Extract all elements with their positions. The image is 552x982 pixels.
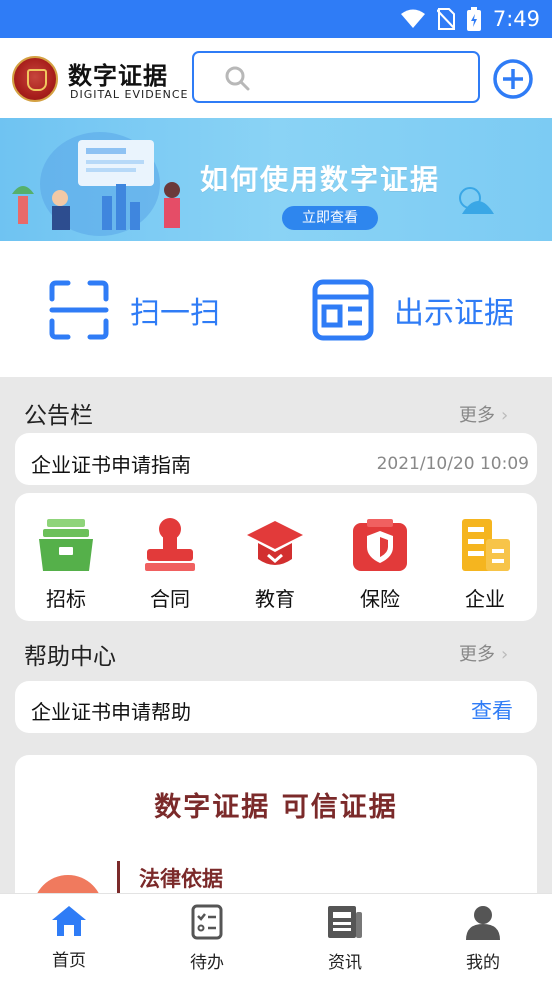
help-view-link[interactable]: 查看 — [471, 695, 513, 725]
category-enterprise-label: 企业 — [465, 587, 505, 611]
chevron-right-icon: › — [501, 644, 509, 665]
category-insurance-label: 保险 — [360, 587, 400, 611]
quick-actions: 扫一扫 出示证据 — [0, 241, 552, 377]
wifi-icon — [400, 9, 425, 28]
tab-news[interactable]: 资讯 — [295, 904, 395, 973]
add-circle-icon[interactable] — [492, 58, 534, 100]
promo-subtitle: 法律依据 — [139, 867, 223, 891]
show-evidence-button[interactable]: 出示证据 — [312, 279, 514, 341]
bottom-tab-bar: 首页 待办 资讯 我的 — [0, 893, 552, 982]
tab-home[interactable]: 首页 — [19, 904, 119, 971]
category-grid: 招标 合同 教育 保险 企业 — [15, 493, 537, 621]
help-item-title: 企业证书申请帮助 — [31, 700, 191, 724]
home-icon — [52, 906, 86, 936]
chevron-right-icon: › — [501, 405, 509, 426]
notice-more-link[interactable]: 更多 › — [459, 401, 508, 427]
app-header: 数字证据 DIGITAL EVIDENCE — [0, 38, 552, 118]
graduation-cap-icon — [247, 521, 303, 565]
help-more-link[interactable]: 更多 › — [459, 640, 508, 666]
category-education[interactable]: 教育 — [235, 517, 315, 612]
scan-icon — [49, 280, 109, 340]
banner-title: 如何使用数字证据 — [200, 163, 441, 196]
category-contract[interactable]: 合同 — [130, 517, 210, 612]
search-icon — [225, 66, 250, 91]
user-icon — [466, 906, 500, 940]
building-icon — [462, 519, 510, 571]
search-input[interactable] — [192, 51, 480, 103]
scan-label: 扫一扫 — [130, 296, 220, 331]
clock: 7:49 — [492, 7, 540, 31]
evidence-card-icon — [312, 279, 374, 341]
category-enterprise[interactable]: 企业 — [445, 517, 525, 612]
tab-todo-label: 待办 — [190, 953, 224, 973]
notice-item-title: 企业证书申请指南 — [31, 453, 191, 477]
no-sim-icon — [436, 8, 455, 30]
app-subtitle: DIGITAL EVIDENCE — [70, 88, 189, 101]
show-evidence-label: 出示证据 — [394, 296, 514, 331]
category-contract-label: 合同 — [150, 587, 190, 611]
shield-icon — [353, 519, 407, 571]
tab-news-label: 资讯 — [328, 953, 362, 973]
battery-icon — [466, 7, 481, 31]
help-more-label: 更多 — [459, 644, 495, 665]
scan-button[interactable]: 扫一扫 — [48, 279, 220, 341]
notice-item-time: 2021/10/20 10:09 — [376, 454, 529, 474]
tab-mine-label: 我的 — [466, 953, 500, 973]
promo-title: 数字证据 可信证据 — [154, 792, 398, 823]
stamp-icon — [145, 518, 195, 571]
notice-more-label: 更多 — [459, 405, 495, 426]
tab-todo[interactable]: 待办 — [157, 904, 257, 973]
category-bid[interactable]: 招标 — [26, 517, 106, 612]
notice-item[interactable]: 企业证书申请指南 2021/10/20 10:09 — [15, 433, 537, 485]
status-bar: 7:49 — [0, 0, 552, 38]
tab-home-label: 首页 — [52, 951, 86, 971]
court-emblem-icon — [12, 56, 58, 102]
category-insurance[interactable]: 保险 — [340, 517, 420, 612]
category-bid-label: 招标 — [46, 587, 86, 611]
tab-mine[interactable]: 我的 — [433, 904, 533, 973]
news-icon — [328, 906, 362, 938]
todo-icon — [191, 904, 223, 940]
promo-divider — [117, 861, 120, 897]
category-education-label: 教育 — [255, 587, 295, 611]
help-item[interactable]: 企业证书申请帮助 查看 — [15, 681, 537, 733]
banner-view-now-button[interactable]: 立即查看 — [282, 206, 378, 230]
notice-section-title: 公告栏 — [24, 403, 93, 429]
app-title: 数字证据 — [68, 62, 168, 90]
bid-box-icon — [39, 519, 93, 571]
help-section-title: 帮助中心 — [24, 644, 116, 670]
